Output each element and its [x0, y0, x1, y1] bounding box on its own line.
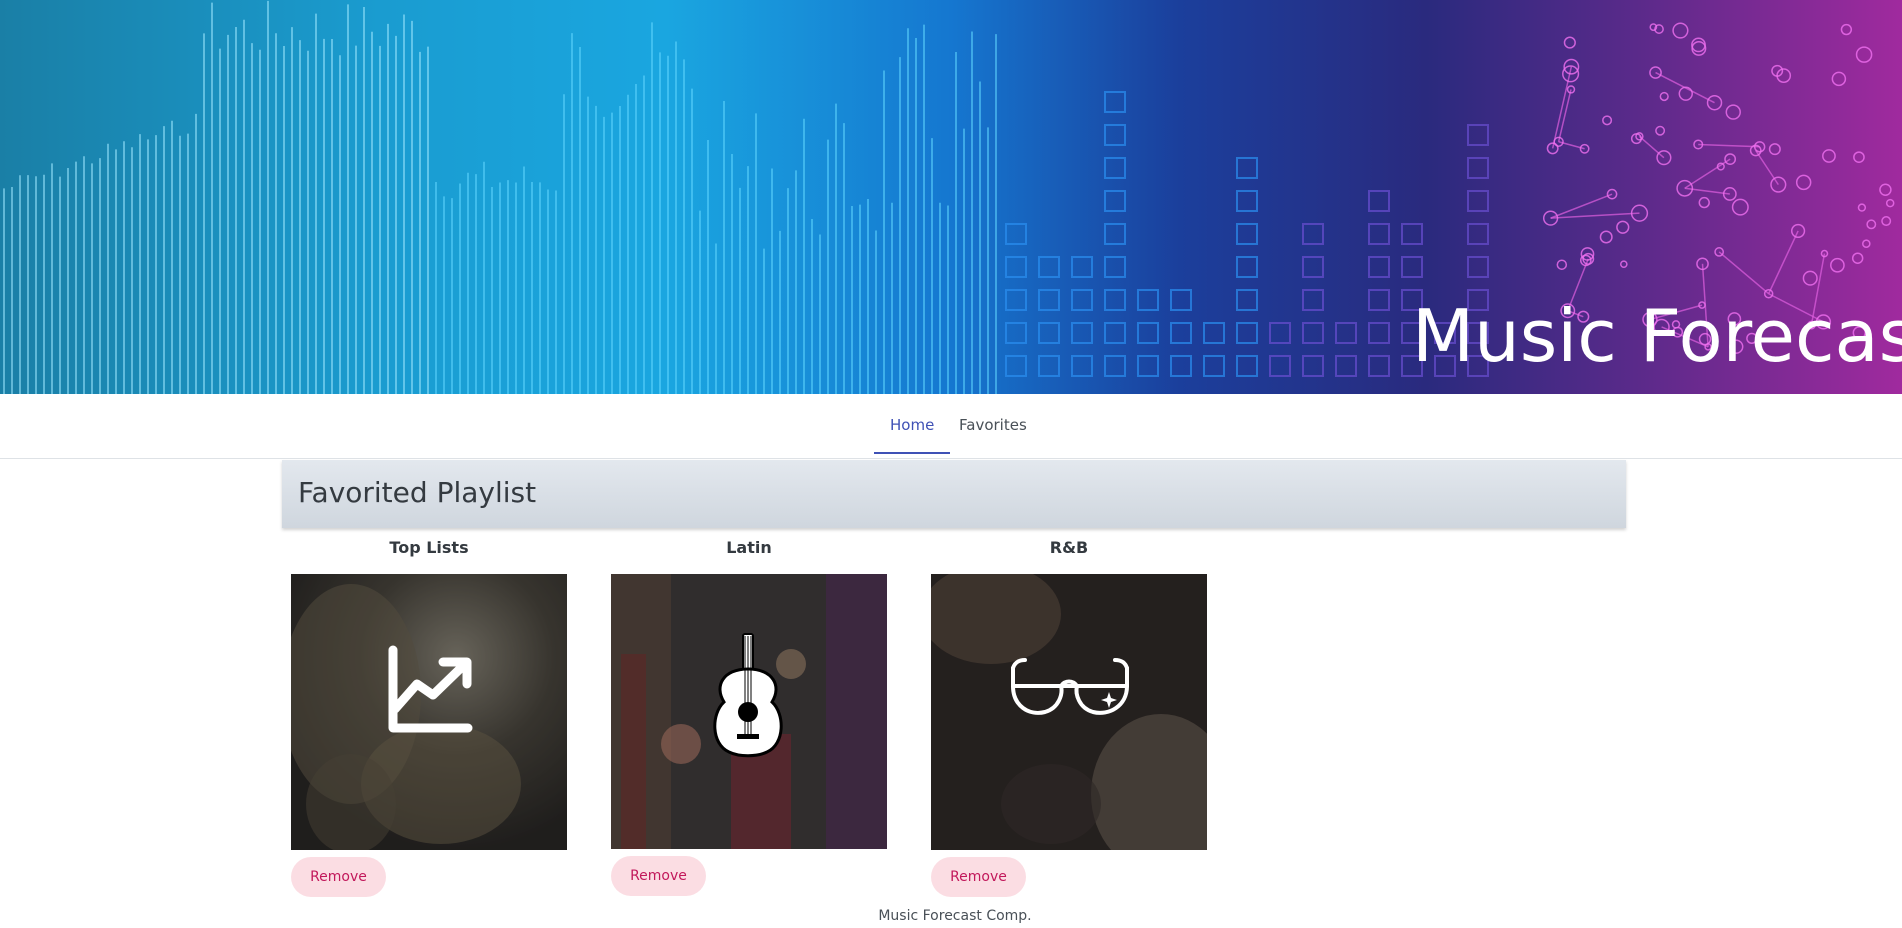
playlist-cover[interactable]: [611, 574, 887, 849]
remove-button[interactable]: Remove: [931, 857, 1026, 897]
remove-button[interactable]: Remove: [291, 857, 386, 897]
footer-text: Music Forecast Comp.: [878, 908, 1032, 924]
playlist-cover[interactable]: [931, 574, 1207, 850]
tab-favorites[interactable]: Favorites: [943, 416, 1043, 452]
section-header: Favorited Playlist: [282, 460, 1626, 528]
card-title: Top Lists: [389, 538, 469, 557]
hero-banner: Music Forecast: [0, 0, 1902, 394]
playlist-cover[interactable]: [291, 574, 567, 850]
tab-home[interactable]: Home: [874, 416, 951, 454]
card-title: R&B: [1049, 538, 1089, 557]
card-title: Latin: [726, 538, 772, 557]
page-title: Favorited Playlist: [298, 476, 537, 509]
remove-button[interactable]: Remove: [611, 856, 706, 896]
site-title: Music Forecast: [1412, 294, 1902, 378]
main-nav: Home Favorites: [0, 394, 1902, 459]
